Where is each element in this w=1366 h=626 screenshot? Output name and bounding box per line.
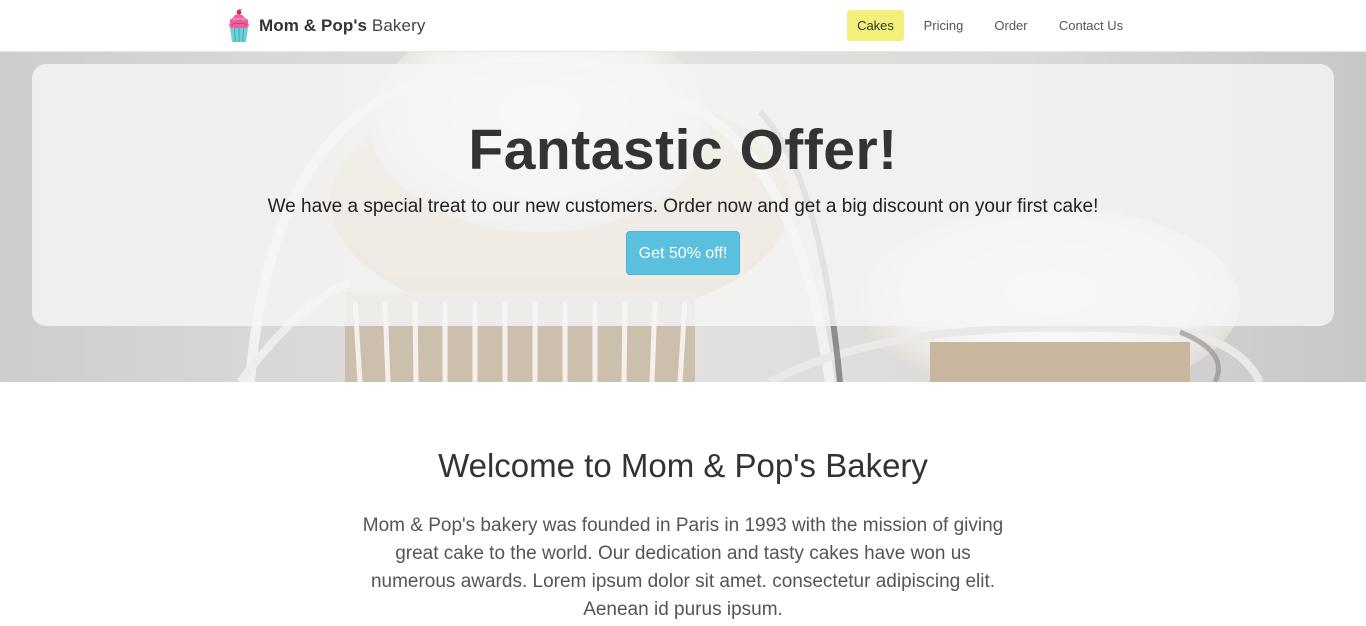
navbar: Mom & Pop's Bakery Cakes Pricing Order C…: [0, 0, 1366, 52]
hero-offer-panel: Fantastic Offer! We have a special treat…: [32, 64, 1334, 326]
nav-item-cakes[interactable]: Cakes: [847, 10, 904, 41]
nav-item-pricing[interactable]: Pricing: [913, 10, 974, 41]
welcome-title: Welcome to Mom & Pop's Bakery: [438, 447, 928, 484]
hero-subtitle: We have a special treat to our new custo…: [267, 196, 1099, 217]
hero-title: Fantastic Offer!: [468, 118, 898, 182]
get-discount-button[interactable]: Get 50% off!: [626, 231, 740, 275]
nav-item-contact-us[interactable]: Contact Us: [1048, 10, 1134, 41]
nav-item-order[interactable]: Order: [984, 10, 1038, 41]
welcome-text: Mom & Pop's bakery was founded in Paris …: [362, 515, 1004, 620]
nav-links: Cakes Pricing Order Contact Us: [0, 10, 1366, 42]
hero-banner: Fantastic Offer! We have a special treat…: [0, 52, 1366, 382]
